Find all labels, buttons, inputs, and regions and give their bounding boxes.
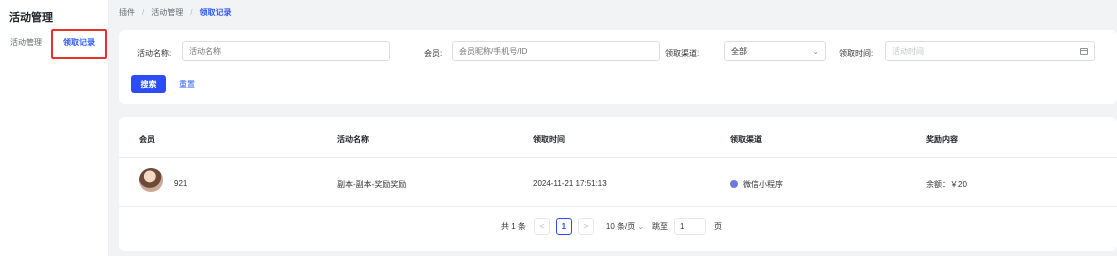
sidebar-item-claim-records[interactable]: 领取记录 (51, 29, 107, 59)
search-button[interactable]: 搜索 (131, 75, 166, 93)
records-table: 会员 活动名称 领取时间 领取渠道 奖励内容 921 副本-副本-奖励奖励 20… (119, 117, 1117, 251)
time-label: 领取时间: (839, 49, 874, 58)
calendar-icon (1080, 47, 1088, 55)
breadcrumb-plugins[interactable]: 插件 (119, 7, 135, 18)
jump-label: 跳至 (651, 221, 668, 231)
time-picker[interactable]: 活动时间 (885, 41, 1095, 61)
breadcrumb-activity-management[interactable]: 活动管理 (151, 7, 183, 18)
member-label: 会员: (424, 49, 443, 58)
breadcrumb: 插件 / 活动管理 / 领取记录 (119, 6, 231, 18)
pagination: 共 1 条 < 1 > 10 条/页 ⌄ 跳至 页 (501, 217, 722, 235)
page-size-select[interactable]: 10 条/页 ⌄ (606, 221, 644, 232)
claim-time-cell: 2024-11-21 17:51:13 (533, 179, 607, 188)
page-suffix: 页 (713, 221, 722, 231)
breadcrumb-separator: / (142, 7, 145, 17)
column-header-channel: 领取渠道 (730, 135, 762, 144)
activity-name-input[interactable] (182, 41, 390, 61)
member-avatar (139, 168, 163, 192)
sidebar: 活动管理 活动管理 领取记录 (0, 0, 109, 256)
channel-cell: 微信小程序 (730, 179, 783, 190)
breadcrumb-separator: / (190, 7, 193, 17)
member-id: 921 (174, 179, 188, 188)
column-header-claim-time: 领取时间 (533, 135, 565, 144)
sidebar-title: 活动管理 (9, 12, 53, 24)
reward-cell: 余额：￥20 (926, 180, 967, 189)
pagination-total: 共 1 条 (501, 221, 526, 231)
channel-label: 领取渠道: (665, 49, 700, 58)
filter-panel: 活动名称: 会员: 领取渠道: 全部 ⌄ 领取时间: 活动时间 搜索 重置 (119, 30, 1117, 104)
sidebar-item-activity-management[interactable]: 活动管理 (10, 37, 42, 48)
channel-cell-label: 微信小程序 (743, 180, 783, 189)
channel-select[interactable]: 全部 ⌄ (724, 41, 826, 61)
page-number-button[interactable]: 1 (555, 217, 572, 235)
reset-button[interactable]: 重置 (179, 79, 195, 90)
sidebar-item-label: 领取记录 (63, 38, 95, 47)
jump-page-input[interactable] (673, 217, 706, 235)
prev-page-button[interactable]: < (533, 217, 550, 235)
column-header-reward: 奖励内容 (926, 135, 958, 144)
activity-name-cell: 副本-副本-奖励奖励 (337, 180, 407, 189)
next-page-button[interactable]: > (577, 217, 594, 235)
chevron-down-icon: ⌄ (637, 221, 644, 231)
breadcrumb-claim-records: 领取记录 (199, 7, 232, 17)
channel-select-value: 全部 (731, 46, 747, 56)
wechat-miniprogram-icon (730, 179, 738, 188)
header-divider (119, 157, 1117, 158)
chevron-down-icon: ⌄ (812, 46, 819, 56)
time-picker-placeholder: 活动时间 (892, 46, 924, 56)
column-header-activity-name: 活动名称 (337, 135, 369, 144)
member-input[interactable] (452, 41, 660, 61)
page-size-value: 10 条/页 (605, 221, 636, 231)
activity-name-label: 活动名称: (137, 49, 172, 58)
row-divider (119, 206, 1117, 207)
column-header-member: 会员 (139, 135, 155, 144)
